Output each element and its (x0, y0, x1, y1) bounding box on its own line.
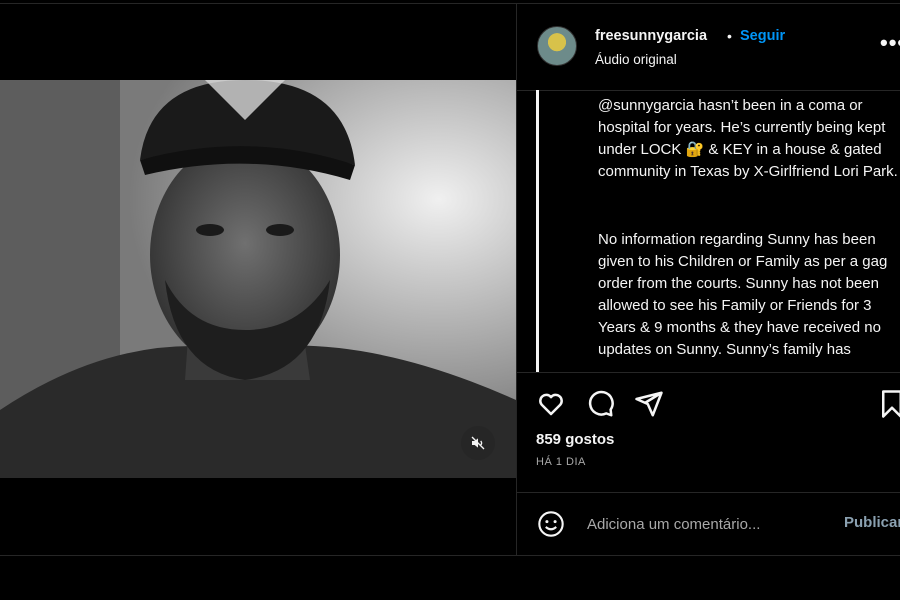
post-modal: freesunnygarcia • Seguir Áudio original … (0, 3, 900, 556)
avatar[interactable] (537, 26, 577, 66)
comment-box: Publicar (517, 492, 900, 555)
username-link[interactable]: freesunnygarcia (595, 28, 707, 44)
post-sidebar: freesunnygarcia • Seguir Áudio original … (517, 4, 900, 555)
media-panel (0, 4, 517, 555)
caption-paragraph: @sunnygarcia hasn’t been in a coma or ho… (598, 97, 898, 180)
likes-count[interactable]: 859 gostos (536, 431, 614, 448)
comment-icon[interactable] (585, 389, 615, 419)
audio-link[interactable]: Áudio original (595, 52, 677, 67)
post-date[interactable]: HÁ 1 DIA (536, 456, 586, 468)
mute-button[interactable] (461, 426, 495, 460)
heart-icon[interactable] (536, 389, 566, 419)
caption-paragraph: No information regarding Sunny has been … (598, 231, 892, 358)
caption-area[interactable]: @sunnygarcia hasn’t been in a coma or ho… (517, 90, 900, 373)
comment-input[interactable] (585, 512, 809, 536)
share-icon[interactable] (634, 389, 664, 419)
publish-button[interactable]: Publicar (844, 514, 900, 531)
video-frame-image (0, 80, 516, 478)
emoji-icon[interactable] (537, 510, 565, 538)
post-header: freesunnygarcia • Seguir Áudio original … (517, 4, 900, 91)
more-options-button[interactable]: ••• (880, 30, 900, 56)
action-bar: 859 gostos HÁ 1 DIA (517, 372, 900, 493)
separator-dot: • (727, 28, 732, 44)
video-player[interactable] (0, 80, 516, 478)
bookmark-icon[interactable] (877, 389, 900, 419)
follow-button[interactable]: Seguir (740, 28, 785, 44)
caption-thread-line (536, 90, 539, 372)
muted-speaker-icon (471, 436, 485, 450)
